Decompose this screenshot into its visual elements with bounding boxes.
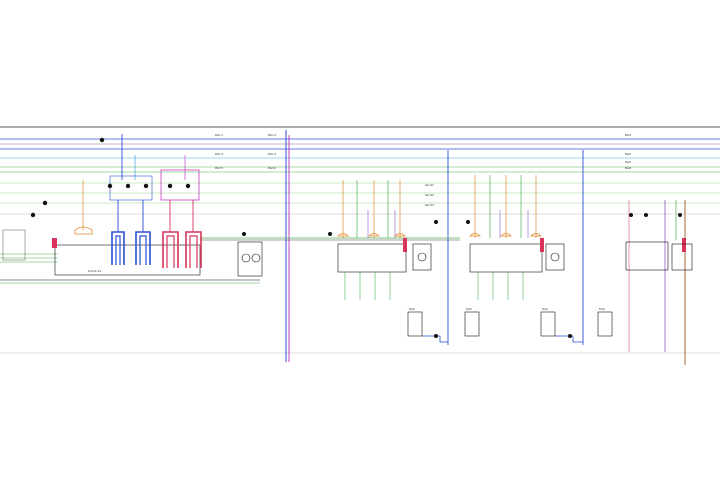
middle-pump bbox=[417, 252, 427, 262]
tank-4 bbox=[597, 311, 613, 337]
valve-symbol-2 bbox=[125, 183, 131, 189]
valve-symbol-1 bbox=[107, 183, 113, 189]
second-red-unit bbox=[540, 238, 544, 252]
valve-symbol-8 bbox=[99, 137, 105, 143]
middle-pump-box bbox=[412, 243, 432, 271]
middle-module-frame bbox=[337, 243, 407, 273]
blue-loop-3 bbox=[135, 231, 151, 265]
header-label-6: Plan 6 bbox=[268, 166, 276, 170]
valve-symbol-6 bbox=[42, 200, 48, 206]
tank-label-2: Tank bbox=[466, 307, 472, 311]
section-label-3: Sec 03 bbox=[425, 203, 434, 207]
section-label-1: Sec 01 bbox=[425, 183, 434, 187]
tank-label-4: Tank bbox=[599, 307, 605, 311]
schematic-canvas: Plan 1 Plan 2 Plan 3 Plan 4 Plan 5 Plan … bbox=[0, 126, 720, 365]
right-label-1: Nord bbox=[625, 133, 632, 137]
tank-3 bbox=[540, 311, 556, 337]
left-pump-2 bbox=[251, 253, 261, 263]
left-red-unit bbox=[52, 238, 57, 248]
second-module bbox=[469, 175, 565, 300]
right-label-3: Nord bbox=[625, 160, 632, 164]
header-label-2: Plan 2 bbox=[268, 133, 276, 137]
right-label-2: Nord bbox=[625, 152, 632, 156]
blue-loop-4 bbox=[139, 235, 147, 265]
valve-symbol-7 bbox=[30, 212, 36, 218]
middle-red-unit bbox=[403, 238, 407, 252]
magenta-frame bbox=[160, 169, 200, 201]
left-valve-block bbox=[2, 229, 26, 261]
red-loop-4 bbox=[189, 235, 198, 268]
tank-label-1: Tank bbox=[409, 307, 415, 311]
tanks: Tank Tank Tank Tank bbox=[407, 307, 613, 343]
second-module-frame bbox=[469, 243, 543, 273]
far-right-module bbox=[625, 238, 693, 271]
valve-symbol-5 bbox=[185, 183, 191, 189]
header-label-5: Plan 5 bbox=[215, 166, 223, 170]
valve-symbol-9 bbox=[434, 220, 438, 224]
valve-symbol-13 bbox=[678, 213, 682, 217]
blue-loop-2 bbox=[115, 235, 121, 265]
blue-loop-1 bbox=[111, 231, 125, 265]
left-pump-pair bbox=[237, 241, 263, 277]
valve-symbol-11 bbox=[629, 213, 633, 217]
valve-symbol-17 bbox=[568, 334, 572, 338]
tank-1 bbox=[407, 311, 423, 337]
valve-symbol-4 bbox=[167, 183, 173, 189]
header-label-1: Plan 1 bbox=[215, 133, 223, 137]
left-orange-tank bbox=[74, 226, 93, 235]
valve-symbol-16 bbox=[434, 334, 438, 338]
section-label-2: Sec 02 bbox=[425, 193, 434, 197]
valve-symbol-10 bbox=[466, 220, 470, 224]
valve-symbol-14 bbox=[242, 232, 246, 236]
valve-symbol-15 bbox=[328, 232, 332, 236]
valve-symbol-12 bbox=[644, 213, 648, 217]
right-label-4: Nord bbox=[625, 166, 632, 170]
left-pump-1 bbox=[241, 253, 251, 263]
far-right-red-unit bbox=[682, 238, 686, 252]
header-pipelines bbox=[0, 138, 720, 215]
header-label-4: Plan 4 bbox=[268, 152, 276, 156]
tank-2 bbox=[464, 311, 480, 337]
red-loop-1 bbox=[162, 231, 179, 268]
left-panel-caption: Pump 01 bbox=[88, 269, 101, 273]
second-pump-box bbox=[545, 243, 565, 271]
valve-symbol-3 bbox=[143, 183, 149, 189]
red-loop-2 bbox=[166, 235, 175, 268]
tank-label-3: Tank bbox=[542, 307, 548, 311]
red-loop-3 bbox=[185, 231, 202, 268]
second-pump bbox=[550, 252, 560, 262]
header-label-3: Plan 3 bbox=[215, 152, 223, 156]
far-right-frame bbox=[625, 241, 669, 271]
